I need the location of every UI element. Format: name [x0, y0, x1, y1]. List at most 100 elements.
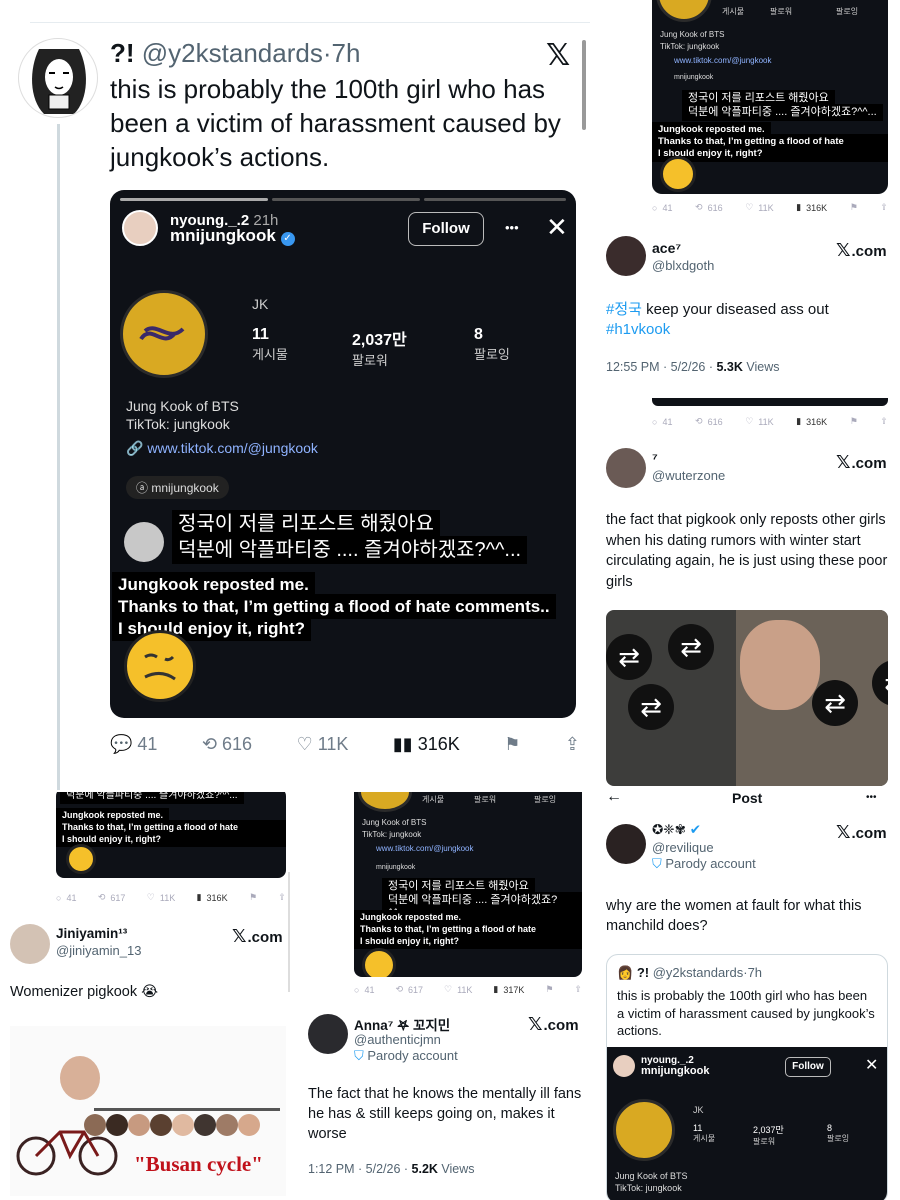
ace-avatar[interactable]	[606, 236, 646, 276]
meme-caption: "Busan cycle"	[134, 1152, 263, 1176]
profile-name: JK	[252, 296, 269, 312]
stat-followers: 2,037만 팔로워	[352, 332, 407, 368]
reply-button[interactable]: 💬 41	[110, 734, 157, 755]
profile-link[interactable]: 🔗 www.tiktok.com/@jungkook	[126, 440, 318, 457]
story-overlay-user: mnijungkook ✓	[170, 226, 295, 246]
link-icon: 🔗	[126, 440, 144, 456]
seven-text: the fact that pigkook only reposts other…	[606, 512, 888, 590]
parody-badge: ⛉ Parody account	[652, 856, 756, 871]
ace-reply-panel: 게시물 팔로워 팔로잉 Jung Kook of BTS TikTok: jun…	[600, 0, 900, 395]
revilique-handle[interactable]: @revilique	[652, 840, 714, 855]
views-button[interactable]: ▮▮ 316K	[393, 734, 460, 755]
seven-reply-panel: ○ 41 ⟲ 616 ♡ 11K ▮ 316K ⚑ ⇪ ⁷ @wuterzone 𝕏.co…	[600, 398, 900, 790]
heart-icon: ♡	[296, 734, 313, 754]
x-logo-icon: 𝕏	[836, 452, 851, 472]
jiniyamin-handle[interactable]: @jiniyamin_13	[56, 943, 141, 958]
korean-caption-1: 정국이 저를 리포스트 해줬아요	[172, 510, 440, 538]
seven-avatar[interactable]	[606, 448, 646, 488]
repost-icon: ⇄	[812, 680, 858, 726]
verified-icon: ✓	[280, 232, 295, 246]
ace-name[interactable]: ace⁷	[652, 240, 681, 256]
author-name[interactable]: ?!	[110, 38, 135, 68]
jiniyamin-text: Womenizer pigkook 😭	[10, 984, 159, 1000]
author-handle[interactable]: @y2kstandards	[142, 38, 323, 68]
quote-text: this is probably the 100th girl who has …	[617, 988, 875, 1038]
x-com-logo: 𝕏.com	[528, 1014, 579, 1034]
parody-mask-icon: ⛉	[652, 856, 662, 871]
more-icon[interactable]: •••	[866, 792, 877, 803]
story-crop-center[interactable]: 게시물 팔로워 팔로잉 Jung Kook of BTS TikTok: jun…	[354, 792, 582, 977]
tweet-text: this is probably the 100th girl who has …	[110, 74, 561, 172]
scrollbar[interactable]	[582, 40, 586, 130]
mini-actions-3: ○ 41 ⟲ 617 ♡ 11K ▮ 316K ⚑ ⇪	[56, 892, 286, 903]
quoted-tweet[interactable]: 👩 ?! @y2kstandards·7h this is probably t…	[606, 954, 888, 1200]
reply-icon: 💬	[110, 734, 133, 754]
revilique-avatar[interactable]	[606, 824, 646, 864]
bio-line1: Jung Kook of BTS	[126, 398, 239, 414]
ace-timestamp: 12:55 PM · 5/2/26 · 5.3K Views	[606, 360, 780, 374]
share-icon[interactable]: ⇪	[565, 734, 580, 755]
stat-following: 8 팔로잉	[474, 326, 510, 362]
anna-name[interactable]: Anna⁷ 𖤐 꼬지민	[354, 1014, 450, 1034]
jk-logo	[120, 290, 208, 378]
x-com-logo: 𝕏.com	[232, 926, 283, 946]
close-icon[interactable]: ✕	[546, 212, 568, 243]
tweet-time[interactable]: 7h	[332, 38, 361, 68]
back-icon[interactable]: ←	[606, 792, 622, 806]
parody-mask-icon: ⛉	[354, 1048, 364, 1063]
hashtag-link[interactable]: #정국	[606, 301, 642, 318]
meme-image[interactable]: ⇄ ⇄ ⇄ ⇄ ⇄	[606, 610, 888, 786]
story-crop-top[interactable]: 게시물 팔로워 팔로잉 Jung Kook of BTS TikTok: jun…	[652, 0, 888, 194]
ace-handle[interactable]: @blxdgoth	[652, 258, 714, 273]
revilique-name[interactable]: ✪❈✾ ✔	[652, 822, 701, 838]
tweet-header: ?! @y2kstandards·7h	[110, 38, 360, 68]
quote-header: 👩 ?! @y2kstandards·7h	[617, 965, 763, 980]
jiniyamin-avatar[interactable]	[10, 924, 50, 964]
like-button[interactable]: ♡ 11K	[297, 734, 349, 755]
story-crop-mid[interactable]	[652, 398, 888, 406]
hashtag-link[interactable]: #h1vkook	[606, 321, 670, 338]
thread-line	[57, 124, 60, 790]
quote-avatar-icon: 👩	[617, 965, 634, 980]
threads-badge[interactable]: ⓐ mnijungkook	[126, 476, 229, 499]
busan-cycle-meme[interactable]: "Busan cycle"	[10, 1026, 286, 1196]
bio-line2: TikTok: jungkook	[126, 416, 230, 432]
korean-caption-2: 덕분에 악플파티중 .... 즐겨야하겠죠?^^...	[172, 536, 528, 564]
x-logo-icon: 𝕏	[232, 926, 247, 946]
follow-button[interactable]: Follow	[408, 212, 484, 246]
revilique-reply-panel: ← Post ••• ✪❈✾ ✔ @revilique ⛉ Parody acc…	[600, 792, 900, 1200]
x-logo-icon[interactable]: 𝕏	[546, 38, 570, 73]
x-logo-icon: 𝕏	[836, 822, 851, 842]
story-crop-left[interactable]: 덕분에 악플파티중 .... 즐겨야하겠죠?^^... Jungkook rep…	[56, 792, 286, 878]
anna-reply-panel: 게시물 팔로워 팔로잉 Jung Kook of BTS TikTok: jun…	[298, 792, 598, 1200]
mini-actions-1: ○ 41 ⟲ 616 ♡ 11K ▮ 316K ⚑ ⇪	[652, 202, 888, 213]
revilique-text: why are the women at fault for what this…	[606, 898, 862, 934]
tweet-actions: 💬 41 ⟲ 616 ♡ 11K ▮▮ 316K ⚑ ⇪	[110, 734, 580, 755]
ace-text: #정국 keep your diseased ass out #h1vkook	[606, 301, 829, 338]
anna-timestamp: 1:12 PM · 5/2/26 · 5.2K Views	[308, 1162, 475, 1176]
jiniyamin-reply-panel: 덕분에 악플파티중 .... 즐겨야하겠죠?^^... Jungkook rep…	[0, 792, 296, 1200]
mini-actions-4: ○ 41 ⟲ 617 ♡ 11K ▮ 317K ⚑ ⇪	[354, 984, 582, 995]
mini-actions-2: ○ 41 ⟲ 616 ♡ 11K ▮ 316K ⚑ ⇪	[652, 416, 888, 427]
stat-posts: 11 게시물	[252, 326, 288, 362]
default-avatar-icon	[124, 522, 164, 562]
x-logo-icon: 𝕏	[528, 1014, 543, 1034]
anna-text: The fact that he knows the mentally ill …	[308, 1086, 582, 1142]
main-tweet-panel: ?! @y2kstandards·7h 𝕏 this is probably t…	[0, 0, 600, 790]
anna-avatar[interactable]	[308, 1014, 348, 1054]
story-user-avatar[interactable]	[122, 210, 158, 246]
bookmark-icon[interactable]: ⚑	[504, 734, 520, 755]
quote-story-image[interactable]: nyoung._.2 mnijungkook Follow ✕ JK 11 게시물…	[607, 1047, 887, 1200]
x-com-logo: 𝕏.com	[836, 240, 887, 260]
author-avatar[interactable]	[18, 38, 98, 118]
repost-icon: ⇄	[628, 684, 674, 730]
anna-handle[interactable]: @authenticjmn	[354, 1032, 441, 1047]
seven-name[interactable]: ⁷	[652, 450, 658, 466]
jiniyamin-name[interactable]: Jiniyamin¹³	[56, 926, 127, 941]
repost-button[interactable]: ⟲ 616	[202, 734, 252, 755]
more-icon[interactable]: •••	[505, 220, 519, 235]
repost-icon: ⟲	[201, 734, 218, 754]
woozy-emoji-icon	[124, 630, 196, 702]
story-screenshot[interactable]: nyoung._.2 21h mnijungkook ✓ Follow ••• …	[110, 190, 576, 718]
seven-handle[interactable]: @wuterzone	[652, 468, 725, 483]
